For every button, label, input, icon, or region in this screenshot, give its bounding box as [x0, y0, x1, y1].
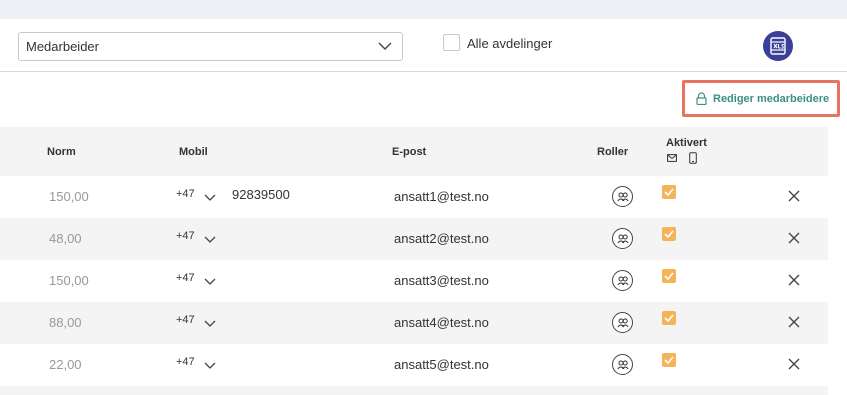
table-row-partial	[0, 386, 828, 395]
chevron-down-icon	[378, 42, 392, 50]
column-header-roles[interactable]: Roller	[597, 146, 628, 158]
country-code-cell: +47	[176, 272, 195, 284]
roles-button[interactable]	[612, 312, 633, 333]
activated-checkbox[interactable]	[662, 269, 676, 283]
activated-checkbox[interactable]	[662, 227, 676, 241]
table-row[interactable]: 150,00 +47 ansatt3@test.no	[0, 260, 828, 302]
close-icon[interactable]	[788, 190, 800, 202]
column-header-norm[interactable]: Norm	[47, 146, 76, 158]
norm-cell: 88,00	[49, 315, 82, 330]
norm-cell: 150,00	[49, 189, 89, 204]
check-icon	[664, 188, 674, 196]
employee-type-select-value: Medarbeider	[26, 39, 99, 54]
roles-button[interactable]	[612, 228, 633, 249]
check-icon	[664, 314, 674, 322]
edit-employees-label: Rediger medarbeidere	[713, 93, 830, 105]
country-code-cell: +47	[176, 356, 195, 368]
close-icon[interactable]	[788, 316, 800, 328]
table-header: Norm Mobil E-post Roller Aktivert	[0, 127, 828, 176]
close-icon[interactable]	[788, 274, 800, 286]
chevron-down-icon[interactable]	[204, 362, 216, 370]
table-row[interactable]: 150,00 +47 92839500 ansatt1@test.no	[0, 176, 828, 218]
table-row[interactable]: 22,00 +47 ansatt5@test.no	[0, 344, 828, 386]
check-icon	[664, 230, 674, 238]
norm-cell: 48,00	[49, 231, 82, 246]
email-cell: ansatt4@test.no	[394, 315, 489, 330]
users-icon	[617, 360, 629, 370]
country-code-cell: +47	[176, 314, 195, 326]
country-code-cell: +47	[176, 230, 195, 242]
all-departments-label: Alle avdelinger	[467, 36, 553, 51]
email-cell: ansatt5@test.no	[394, 357, 489, 372]
check-icon	[664, 356, 674, 364]
filter-bar: Medarbeider Alle avdelinger	[0, 19, 847, 72]
close-icon[interactable]	[788, 232, 800, 244]
roles-button[interactable]	[612, 186, 633, 207]
close-icon[interactable]	[788, 358, 800, 370]
email-cell: ansatt3@test.no	[394, 273, 489, 288]
column-header-email[interactable]: E-post	[392, 146, 426, 158]
activated-checkbox[interactable]	[662, 353, 676, 367]
users-icon	[617, 234, 629, 244]
roles-button[interactable]	[612, 354, 633, 375]
check-icon	[664, 272, 674, 280]
xls-export-button[interactable]	[763, 31, 793, 61]
email-cell: ansatt2@test.no	[394, 231, 489, 246]
column-header-activated[interactable]: Aktivert	[666, 137, 707, 149]
roles-button[interactable]	[612, 270, 633, 291]
mobile-phone-icon	[689, 152, 697, 164]
top-strip	[0, 0, 847, 19]
lock-icon	[696, 92, 707, 105]
norm-cell: 150,00	[49, 273, 89, 288]
edit-employees-button[interactable]: Rediger medarbeidere	[682, 80, 840, 117]
chevron-down-icon[interactable]	[204, 278, 216, 286]
users-icon	[617, 192, 629, 202]
chevron-down-icon[interactable]	[204, 194, 216, 202]
xls-export-icon	[770, 37, 786, 55]
chevron-down-icon[interactable]	[204, 236, 216, 244]
email-cell: ansatt1@test.no	[394, 189, 489, 204]
employee-type-select[interactable]: Medarbeider	[18, 32, 403, 61]
norm-cell: 22,00	[49, 357, 82, 372]
users-icon	[617, 276, 629, 286]
chevron-down-icon[interactable]	[204, 320, 216, 328]
activated-checkbox[interactable]	[662, 185, 676, 199]
users-icon	[617, 318, 629, 328]
mail-icon	[667, 154, 677, 162]
table-row[interactable]: 48,00 +47 ansatt2@test.no	[0, 218, 828, 260]
column-header-mobile[interactable]: Mobil	[179, 146, 208, 158]
country-code-cell: +47	[176, 188, 195, 200]
activated-checkbox[interactable]	[662, 311, 676, 325]
all-departments-checkbox[interactable]	[443, 34, 460, 51]
mobile-cell: 92839500	[232, 187, 290, 202]
table-row[interactable]: 88,00 +47 ansatt4@test.no	[0, 302, 828, 344]
